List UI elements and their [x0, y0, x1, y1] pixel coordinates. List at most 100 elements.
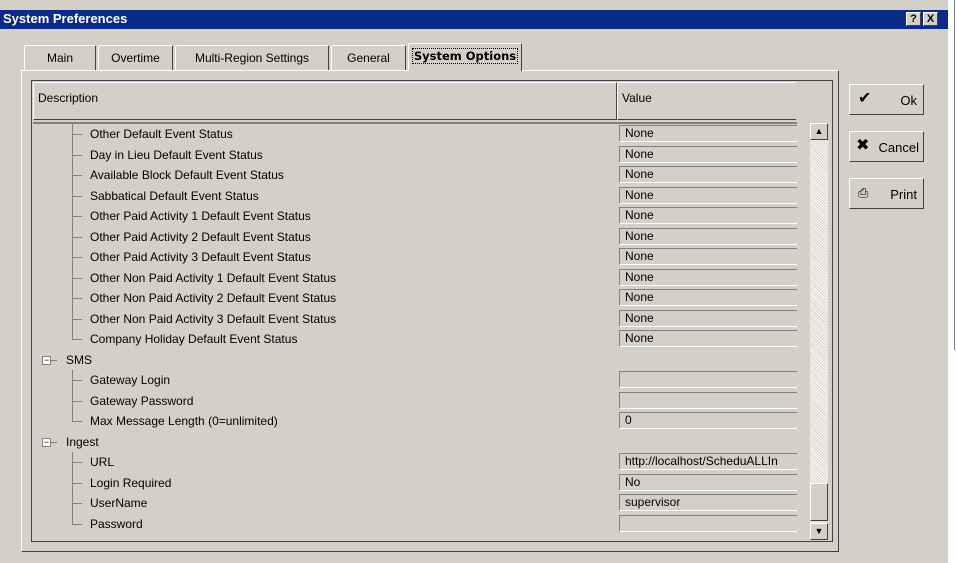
- tree-connector: [72, 400, 82, 402]
- ok-button[interactable]: ✔ Ok: [849, 84, 924, 115]
- option-value-field[interactable]: None: [619, 289, 797, 306]
- option-label: Company Holiday Default Event Status: [90, 332, 298, 346]
- print-button-label: Print: [890, 187, 917, 202]
- option-value-field[interactable]: http://localhost/ScheduALLIn: [619, 453, 797, 470]
- tree-connector: [72, 339, 82, 340]
- option-value-field[interactable]: None: [619, 166, 797, 183]
- cancel-button[interactable]: ✖ Cancel: [849, 131, 924, 162]
- table-row[interactable]: Sabbatical Default Event Status None: [33, 185, 797, 207]
- grid-rows: Other Default Event Status None Day in Lie…: [33, 122, 797, 541]
- table-row[interactable]: Other Default Event Status None: [33, 124, 797, 145]
- header-spacer: [796, 82, 832, 120]
- option-label: Login Required: [90, 475, 172, 490]
- group-label: Ingest: [66, 434, 99, 449]
- tree-connector: [72, 257, 82, 258]
- option-label: Other Paid Activity 1 Default Event Stat…: [90, 209, 311, 223]
- table-row[interactable]: Day in Lieu Default Event Status None: [33, 144, 797, 166]
- option-value-field[interactable]: [619, 514, 797, 532]
- option-value-field[interactable]: None: [619, 227, 797, 245]
- system-preferences-window: System Preferences ? X Main Overtime Mul…: [0, 0, 948, 563]
- tree-group-row[interactable]: − SMS: [33, 350, 797, 370]
- vertical-scrollbar[interactable]: ▲ ▼: [810, 123, 828, 540]
- option-label: Other Paid Activity 2 Default Event Stat…: [90, 229, 311, 244]
- table-row[interactable]: Gateway Login: [33, 370, 797, 391]
- table-row[interactable]: Company Holiday Default Event Status None: [33, 329, 797, 349]
- option-label: Other Non Paid Activity 2 Default Event …: [90, 291, 337, 305]
- table-row[interactable]: URL http://localhost/ScheduALLIn: [33, 452, 797, 473]
- option-value-field[interactable]: [619, 391, 797, 409]
- table-row[interactable]: Other Non Paid Activity 1 Default Event …: [33, 267, 797, 289]
- group-label: SMS: [66, 352, 93, 367]
- option-label: Day in Lieu Default Event Status: [90, 147, 263, 162]
- tree-connector: [72, 298, 82, 299]
- tree-connector: [72, 462, 82, 463]
- table-row[interactable]: Other Paid Activity 1 Default Event Stat…: [33, 206, 797, 227]
- option-label: Other Non Paid Activity 1 Default Event …: [90, 270, 337, 285]
- table-row[interactable]: Gateway Password: [33, 390, 797, 412]
- arrow-up-icon[interactable]: ▲: [810, 123, 828, 140]
- table-row[interactable]: Login Required No: [33, 472, 797, 494]
- print-button[interactable]: ⎙ Print: [849, 178, 924, 209]
- option-label: Other Paid Activity 3 Default Event Stat…: [90, 250, 311, 264]
- option-value-field[interactable]: None: [619, 207, 797, 224]
- option-value-field[interactable]: No: [619, 473, 797, 491]
- help-button[interactable]: ?: [906, 12, 921, 26]
- minus-box-icon[interactable]: −: [42, 355, 51, 365]
- column-header-value[interactable]: Value: [617, 82, 797, 120]
- tree-connector: [72, 513, 73, 524]
- option-label: Max Message Length (0=unlimited): [90, 414, 278, 428]
- tree-connector: [72, 411, 73, 421]
- option-value-field[interactable]: supervisor: [619, 494, 797, 511]
- tree-connector: [72, 380, 82, 381]
- tree-connector: [51, 359, 57, 361]
- option-label: Other Non Paid Activity 3 Default Event …: [90, 311, 337, 326]
- table-row[interactable]: Other Non Paid Activity 3 Default Event …: [33, 308, 797, 330]
- tree-connector: [72, 195, 82, 197]
- option-value-field[interactable]: None: [619, 186, 797, 204]
- option-value-field[interactable]: None: [619, 268, 797, 286]
- option-label: Gateway Login: [90, 373, 171, 387]
- minus-box-icon[interactable]: −: [42, 437, 51, 447]
- option-value-field[interactable]: None: [619, 330, 797, 347]
- window-title: System Preferences: [3, 11, 128, 26]
- option-value-field[interactable]: None: [619, 309, 797, 327]
- table-row[interactable]: Other Paid Activity 2 Default Event Stat…: [33, 226, 797, 248]
- title-bar: System Preferences ? X: [0, 10, 948, 29]
- option-label: UserName: [90, 496, 148, 510]
- option-value-field[interactable]: None: [619, 248, 797, 265]
- scrollbar-thumb[interactable]: [810, 483, 828, 521]
- option-label: URL: [90, 455, 115, 469]
- option-label: Other Default Event Status: [90, 127, 233, 141]
- arrow-down-icon[interactable]: ▼: [810, 523, 828, 540]
- printer-icon: ⎙: [858, 185, 869, 200]
- option-value-field[interactable]: 0: [619, 412, 797, 429]
- tree-connector: [72, 216, 82, 217]
- table-row[interactable]: Other Non Paid Activity 2 Default Event …: [33, 288, 797, 309]
- ok-button-label: Ok: [900, 93, 917, 108]
- tab-system-options[interactable]: System Options: [408, 43, 522, 71]
- table-row[interactable]: Max Message Length (0=unlimited) 0: [33, 411, 797, 431]
- table-row[interactable]: Password: [33, 513, 797, 534]
- option-value-field[interactable]: [619, 371, 797, 388]
- table-row[interactable]: Available Block Default Event Status None: [33, 165, 797, 186]
- column-header-description[interactable]: Description: [33, 82, 617, 120]
- option-value-field[interactable]: None: [619, 125, 797, 142]
- tab-general[interactable]: General: [331, 45, 406, 70]
- tree-group-row[interactable]: − Ingest: [33, 432, 797, 452]
- option-value-field[interactable]: None: [619, 145, 797, 163]
- tree-connector: [72, 236, 82, 238]
- table-row[interactable]: UserName supervisor: [33, 493, 797, 514]
- option-label: Sabbatical Default Event Status: [90, 188, 259, 203]
- option-label: Gateway Password: [90, 393, 194, 408]
- close-button[interactable]: X: [923, 12, 938, 26]
- tree-connector: [72, 421, 82, 422]
- tab-overtime[interactable]: Overtime: [98, 45, 173, 70]
- edge-divider: [954, 0, 955, 350]
- tree-connector: [72, 482, 82, 484]
- tab-system-options-label: System Options: [411, 48, 519, 64]
- window-edge: [948, 0, 957, 563]
- tab-general-label: General: [347, 51, 390, 65]
- table-row[interactable]: Other Paid Activity 3 Default Event Stat…: [33, 247, 797, 268]
- tab-main[interactable]: Main: [24, 45, 96, 70]
- tab-multi-region-settings[interactable]: Multi-Region Settings: [175, 45, 329, 70]
